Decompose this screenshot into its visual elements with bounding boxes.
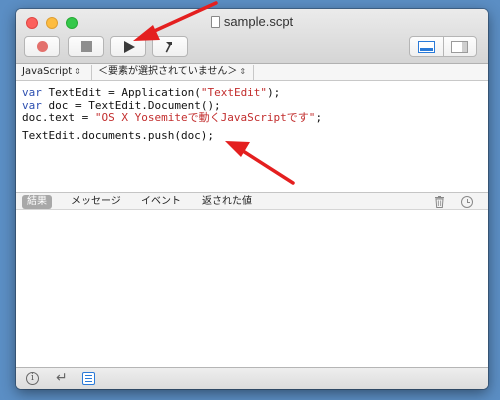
tab-messages[interactable]: メッセージ [66,195,126,209]
language-value: JavaScript [22,66,73,77]
run-icon [123,40,135,53]
info-icon[interactable]: i [26,372,39,385]
code-line: TextEdit.documents.push(doc); [22,128,215,142]
results-bar: 結果 メッセージ イベント 返された値 [16,192,488,210]
navigation-bar: JavaScript ⇕ ＜要素が選択されていません＞ ⇕ [16,64,488,81]
sidebar-view-button[interactable] [444,37,477,56]
handler-popup[interactable]: ＜要素が選択されていません＞ ⇕ [94,65,254,80]
script-editor[interactable]: var TextEdit = Application("TextEdit"); … [16,82,488,192]
handler-value: ＜要素が選択されていません＞ [98,66,238,77]
language-popup[interactable]: JavaScript ⇕ [18,65,92,80]
updown-icon: ⇕ [239,67,247,76]
trash-icon[interactable] [434,196,445,208]
document-icon [210,16,220,28]
hammer-icon [165,41,172,52]
editor-only-icon [417,40,435,53]
window-title: sample.scpt [16,14,488,29]
bottom-bar: i ↵ [16,367,488,389]
window-title-text: sample.scpt [223,14,294,29]
record-button[interactable] [24,36,60,57]
log-list-icon[interactable] [82,372,95,385]
code-line: doc.text = "OS X Yosemiteで動くJavaScriptです… [22,111,323,124]
tab-returned-values[interactable]: 返された値 [197,195,257,209]
run-button[interactable] [110,36,146,57]
result-view[interactable] [16,210,488,367]
stop-icon [80,41,92,52]
record-icon [36,41,48,52]
stop-button[interactable] [68,36,104,57]
history-clock-icon[interactable] [461,196,473,208]
view-toggle [409,36,477,57]
editor-view-button[interactable] [410,37,444,56]
tab-events[interactable]: イベント [136,195,186,209]
title-bar: sample.scpt [16,9,488,64]
script-editor-window: sample.scpt JavaScript ⇕ ＜要素が選択されていません＞ … [16,9,488,389]
updown-icon: ⇕ [74,67,81,76]
tab-result[interactable]: 結果 [22,195,52,209]
sidebar-icon [451,40,469,53]
return-icon[interactable]: ↵ [56,370,68,386]
compile-button[interactable] [152,36,188,57]
